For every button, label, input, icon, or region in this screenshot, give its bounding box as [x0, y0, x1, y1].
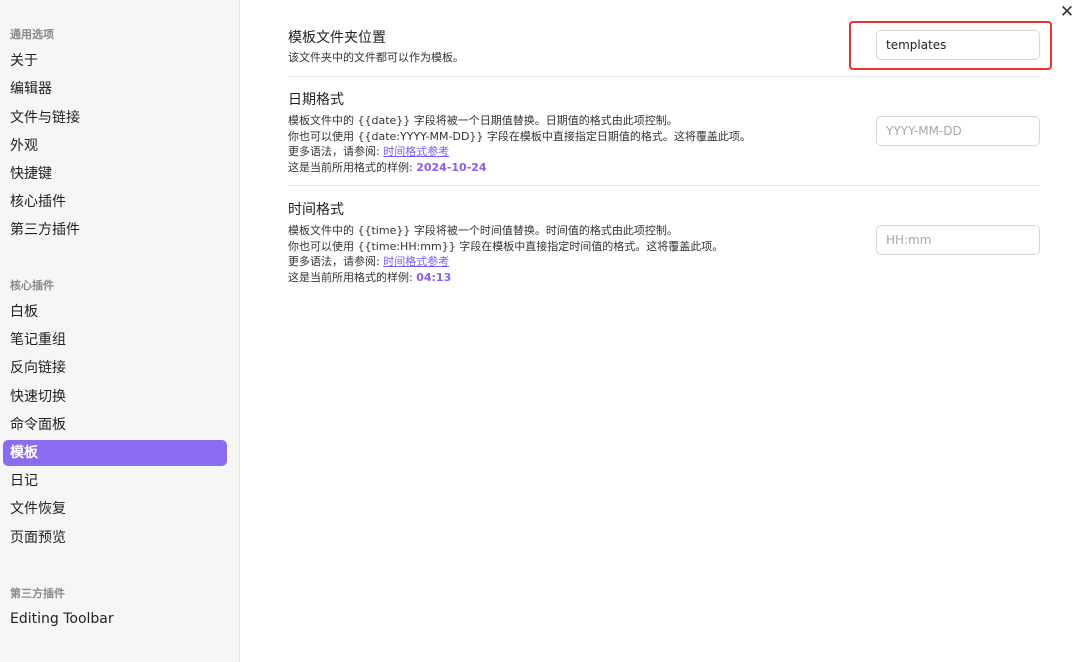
time-format-input[interactable] [876, 225, 1040, 255]
sidebar-item-editing-toolbar[interactable]: Editing Toolbar [3, 606, 227, 632]
template-folder-input[interactable] [876, 30, 1040, 60]
sample-prefix: 这是当前所用格式的样例: [288, 270, 417, 284]
syntax-prefix: 更多语法，请参阅: [288, 145, 384, 158]
sidebar-item-community-plugins[interactable]: 第三方插件 [3, 217, 227, 243]
sidebar-item-hotkeys[interactable]: 快捷键 [3, 161, 227, 187]
sidebar-item-quick-switcher[interactable]: 快速切换 [3, 384, 227, 410]
sidebar-item-core-plugins[interactable]: 核心插件 [3, 189, 227, 215]
setting-title: 时间格式 [288, 202, 344, 218]
sidebar-item-daily-notes[interactable]: 日记 [3, 468, 227, 494]
sidebar-item-files-links[interactable]: 文件与链接 [3, 105, 227, 131]
date-format-input[interactable] [876, 116, 1040, 146]
section-title-core-plugins: 核心插件 [10, 279, 54, 292]
sidebar-item-editor[interactable]: 编辑器 [3, 76, 227, 102]
sample-prefix: 这是当前所用格式的样例: [288, 160, 417, 174]
settings-sidebar: 通用选项 关于 编辑器 文件与链接 外观 快捷键 核心插件 第三方插件 核心插件… [0, 0, 240, 662]
sample-line: 这是当前所用格式的样例: 04:13 [288, 270, 1040, 286]
divider [288, 76, 1040, 77]
syntax-reference-line: 更多语法，请参阅: 时间格式参考 [288, 254, 1040, 270]
format-reference-link[interactable]: 时间格式参考 [383, 145, 449, 158]
sidebar-item-canvas[interactable]: 白板 [3, 299, 227, 325]
syntax-prefix: 更多语法，请参阅: [288, 255, 384, 268]
sidebar-item-templates[interactable]: 模板 [3, 440, 227, 466]
sample-line: 这是当前所用格式的样例: 2024-10-24 [288, 160, 1040, 176]
syntax-reference-line: 更多语法，请参阅: 时间格式参考 [288, 144, 1040, 160]
sidebar-item-file-recovery[interactable]: 文件恢复 [3, 496, 227, 522]
setting-title: 日期格式 [288, 92, 344, 108]
close-icon[interactable]: ✕ [1057, 2, 1077, 22]
sidebar-item-command-palette[interactable]: 命令面板 [3, 412, 227, 438]
format-reference-link[interactable]: 时间格式参考 [383, 255, 449, 268]
sidebar-item-appearance[interactable]: 外观 [3, 133, 227, 159]
sidebar-item-about[interactable]: 关于 [3, 48, 227, 74]
sidebar-item-page-preview[interactable]: 页面预览 [3, 525, 227, 551]
date-sample-value: 2024-10-24 [416, 160, 487, 174]
sidebar-item-note-composer[interactable]: 笔记重组 [3, 327, 227, 353]
time-sample-value: 04:13 [416, 270, 452, 284]
section-title-community-plugins: 第三方插件 [10, 587, 65, 600]
divider [288, 185, 1040, 186]
sidebar-item-backlinks[interactable]: 反向链接 [3, 355, 227, 381]
section-title-general: 通用选项 [10, 28, 54, 41]
